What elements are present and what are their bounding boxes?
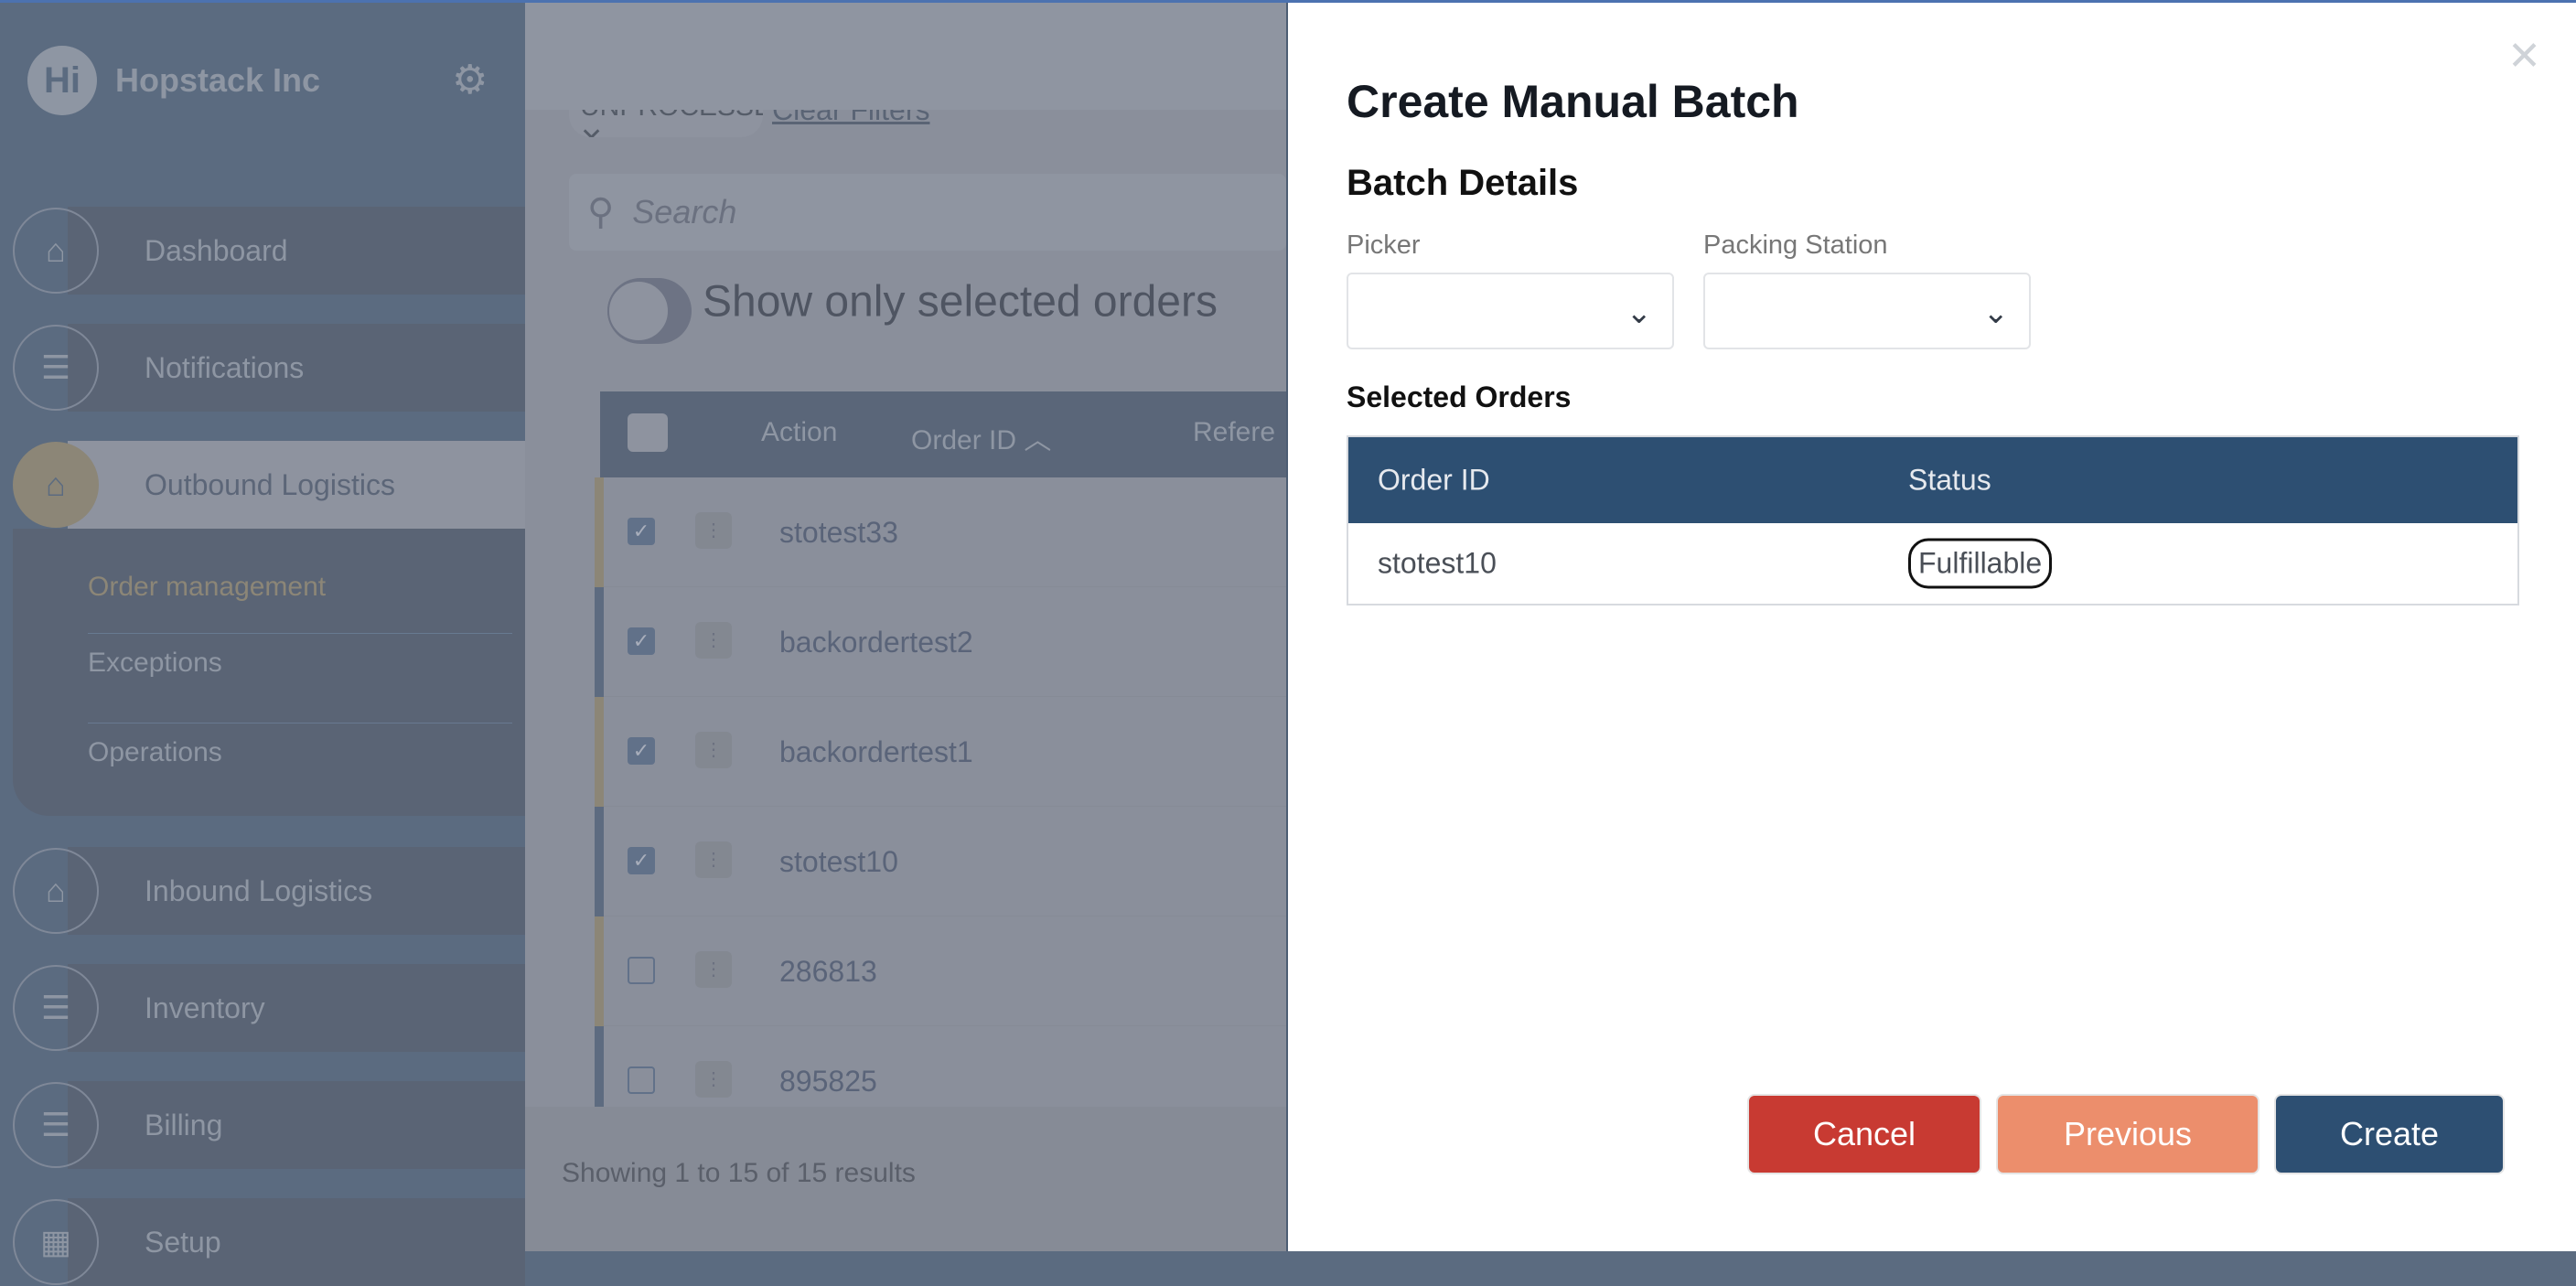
window-top-border — [0, 0, 2576, 3]
row-checkbox[interactable]: ✓ — [628, 847, 655, 874]
row-stripe — [595, 477, 604, 587]
packing-station-label: Packing Station — [1703, 230, 1888, 260]
picker-select[interactable]: ⌄ — [1347, 273, 1674, 349]
chevron-down-icon: ⌄ — [1626, 295, 1653, 330]
row-stripe — [595, 587, 604, 697]
sidebar-item-outbound-logistics[interactable]: ⌂ Outbound Logistics — [13, 441, 525, 529]
column-header-order-id[interactable]: Order ID ︿ — [911, 417, 1051, 457]
row-checkbox[interactable]: ✓ — [628, 627, 655, 655]
create-manual-batch-modal: ✕ Create Manual Batch Batch Details Pick… — [1286, 0, 2576, 1251]
column-label: Order ID — [911, 425, 1017, 455]
table-header: Order ID Status — [1348, 437, 2517, 523]
warehouse-icon: ⌂ — [13, 442, 99, 528]
brand: Hi Hopstack Inc — [27, 46, 320, 115]
toggle-label: Show only selected orders — [703, 277, 1218, 327]
row-action-menu-icon[interactable]: ⋮ — [695, 512, 732, 549]
warehouse-icon: ⌂ — [13, 848, 99, 934]
sidebar-item-label: Billing — [145, 1108, 223, 1141]
column-header-reference: Refere — [1193, 417, 1276, 447]
sidebar-item-notifications[interactable]: ☰ Notifications — [13, 324, 525, 412]
packing-station-select[interactable]: ⌄ — [1703, 273, 2031, 349]
sidebar: Hi Hopstack Inc ⚙ ⌂ Dashboard ☰ Notificati… — [0, 0, 525, 1286]
sidebar-item-inventory[interactable]: ☰ Inventory — [13, 964, 525, 1052]
order-id-cell: stotest33 — [779, 516, 898, 549]
sidebar-item-billing[interactable]: ☰ Billing — [13, 1081, 525, 1169]
sidebar-item-label: Inventory — [145, 991, 265, 1024]
row-action-menu-icon[interactable]: ⋮ — [695, 841, 732, 878]
column-header-status: Status — [1908, 463, 1991, 497]
close-icon[interactable]: ✕ — [2507, 37, 2541, 77]
sidebar-subitem-order-management[interactable]: Order management — [88, 558, 512, 616]
sidebar-subitem-exceptions[interactable]: Exceptions — [88, 633, 512, 691]
row-action-menu-icon[interactable]: ⋮ — [695, 622, 732, 659]
search-input[interactable] — [632, 193, 1182, 231]
sidebar-item-label: Dashboard — [145, 233, 288, 267]
top-header — [525, 0, 1286, 110]
checklist-icon: ☰ — [13, 1082, 99, 1168]
table-row[interactable]: ✓ ⋮ backordertest1 — [595, 697, 1286, 807]
sidebar-item-setup[interactable]: ▦ Setup — [13, 1198, 525, 1286]
order-id-cell: backordertest2 — [779, 626, 973, 659]
search-icon: ⚲ — [587, 192, 615, 232]
row-action-menu-icon[interactable]: ⋮ — [695, 951, 732, 988]
sidebar-item-inbound-logistics[interactable]: ⌂ Inbound Logistics — [13, 847, 525, 935]
cancel-button[interactable]: Cancel — [1747, 1094, 1981, 1174]
show-selected-toggle[interactable] — [607, 278, 692, 344]
row-action-menu-icon[interactable]: ⋮ — [695, 732, 732, 768]
order-id-cell: backordertest1 — [779, 735, 973, 768]
gear-icon[interactable]: ⚙ — [452, 60, 492, 101]
sidebar-item-label: Inbound Logistics — [145, 873, 373, 907]
checklist-icon: ☰ — [13, 965, 99, 1051]
order-list-panel: UNPROCESSED ✕ Clear Filters ⚲ Show only … — [525, 0, 1286, 1251]
chevron-down-icon: ⌄ — [1982, 295, 2010, 330]
row-checkbox[interactable] — [628, 957, 655, 984]
row-checkbox[interactable]: ✓ — [628, 737, 655, 765]
search-bar: ⚲ — [569, 174, 1286, 251]
order-id-cell: stotest10 — [779, 845, 898, 878]
select-all-checkbox[interactable] — [628, 413, 668, 452]
row-checkbox[interactable]: ✓ — [628, 518, 655, 545]
row-stripe — [595, 697, 604, 807]
sidebar-item-label: Outbound Logistics — [145, 467, 395, 501]
warehouse-icon: ⌂ — [13, 208, 99, 294]
sidebar-subitem-operations[interactable]: Operations — [88, 723, 512, 781]
previous-button[interactable]: Previous — [1996, 1094, 2259, 1174]
table-row[interactable]: ⋮ 286813 — [595, 916, 1286, 1026]
row-stripe — [595, 807, 604, 916]
table-row[interactable]: ✓ ⋮ stotest10 — [595, 807, 1286, 916]
row-stripe — [595, 916, 604, 1026]
column-header-action: Action — [761, 417, 838, 447]
order-id-cell: 286813 — [779, 955, 877, 988]
picker-label: Picker — [1347, 230, 1421, 260]
conveyor-icon: ▦ — [13, 1199, 99, 1285]
brand-name: Hopstack Inc — [115, 61, 321, 99]
order-id-cell: stotest10 — [1378, 546, 1497, 580]
table-row[interactable]: ✓ ⋮ stotest33 — [595, 477, 1286, 587]
table-row: stotest10 Fulfillable — [1348, 523, 2517, 604]
checklist-icon: ☰ — [13, 325, 99, 411]
selected-orders-title: Selected Orders — [1347, 380, 1572, 413]
order-id-cell: 895825 — [779, 1065, 877, 1098]
table-header: Action Order ID ︿ Refere — [600, 391, 1286, 477]
row-checkbox[interactable] — [628, 1066, 655, 1094]
sidebar-item-dashboard[interactable]: ⌂ Dashboard — [13, 207, 525, 295]
selected-orders-table: Order ID Status stotest10 Fulfillable — [1347, 435, 2519, 605]
status-badge: Fulfillable — [1908, 538, 2053, 589]
logo: Hi — [27, 46, 97, 115]
table-row[interactable]: ✓ ⋮ backordertest2 — [595, 587, 1286, 697]
create-button[interactable]: Create — [2274, 1094, 2505, 1174]
row-action-menu-icon[interactable]: ⋮ — [695, 1061, 732, 1098]
pagination-footer: Showing 1 to 15 of 15 results — [525, 1107, 1286, 1251]
results-count: Showing 1 to 15 of 15 results — [562, 1158, 916, 1188]
section-title: Batch Details — [1347, 163, 1579, 203]
column-header-order-id: Order ID — [1378, 463, 1490, 497]
modal-title: Create Manual Batch — [1347, 76, 1799, 127]
sidebar-item-label: Notifications — [145, 350, 305, 384]
sort-asc-icon: ︿ — [1024, 425, 1052, 455]
sidebar-item-label: Setup — [145, 1225, 221, 1259]
